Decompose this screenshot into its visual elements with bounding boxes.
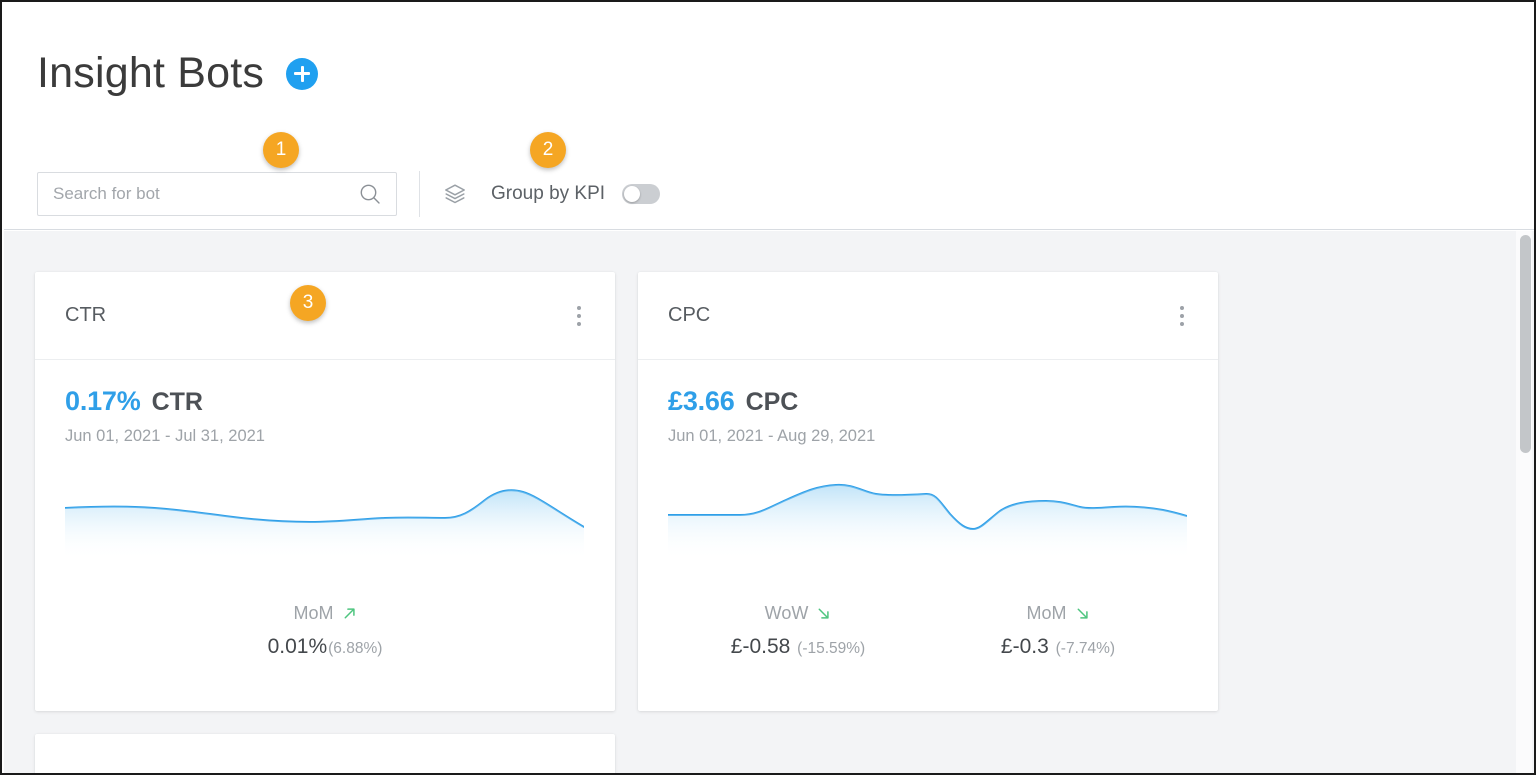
metric-name: CPC — [746, 388, 799, 417]
delta-value-row: £-0.58 (-15.59%) — [668, 635, 928, 659]
bot-cards-scroll-area[interactable]: CTR 0.17% CTR Jun 01, 2021 - Jul 31, 202… — [4, 231, 1536, 775]
card-title: CPC — [668, 304, 710, 327]
controls-divider — [419, 171, 420, 217]
callout-badge-2: 2 — [530, 132, 566, 168]
delta-label-row: WoW — [668, 603, 928, 624]
metric-date-range: Jun 01, 2021 - Aug 29, 2021 — [668, 427, 1188, 446]
bot-cards-grid: CTR 0.17% CTR Jun 01, 2021 - Jul 31, 202… — [35, 272, 1485, 775]
page-header: Insight Bots Group by KPI — [4, 4, 1536, 230]
metric-date-range: Jun 01, 2021 - Jul 31, 2021 — [65, 427, 585, 446]
card-title: CTR — [65, 304, 106, 327]
delta-value: £-0.3 — [1001, 635, 1049, 658]
delta-value-row: £-0.3 (-7.74%) — [928, 635, 1188, 659]
title-row: Insight Bots — [37, 52, 318, 95]
card-body: 0.17% CTR Jun 01, 2021 - Jul 31, 2021 — [35, 360, 615, 659]
delta-value: £-0.58 — [731, 635, 791, 658]
search-box[interactable] — [37, 172, 397, 216]
vertical-scrollbar-thumb[interactable] — [1520, 235, 1531, 453]
delta-row: MoM 0.01%(6.88%) — [65, 603, 585, 659]
sparkline-svg — [668, 472, 1187, 560]
delta-value-row: 0.01%(6.88%) — [65, 635, 585, 659]
kebab-menu-icon[interactable] — [1170, 302, 1194, 330]
arrow-down-right-icon — [1075, 606, 1090, 621]
delta-label-row: MoM — [65, 603, 585, 624]
controls-row: Group by KPI — [37, 171, 660, 217]
metric-line: 0.17% CTR — [65, 386, 585, 417]
delta-percent: (6.88%) — [328, 640, 382, 657]
delta-percent: (-15.59%) — [797, 640, 865, 657]
delta-value: 0.01% — [268, 635, 328, 658]
delta-row: WoW £-0.58 (-15.59%) — [668, 603, 1188, 659]
delta-percent: (-7.74%) — [1056, 640, 1115, 657]
arrow-up-right-icon — [342, 606, 357, 621]
card-header: CPC — [638, 272, 1218, 360]
app-window: Insight Bots Group by KPI — [0, 0, 1536, 775]
bot-card-cpc[interactable]: CPC £3.66 CPC Jun 01, 2021 - Aug 29, 202… — [638, 272, 1218, 711]
group-by-kpi-toggle[interactable] — [622, 184, 660, 204]
group-by-kpi-control[interactable]: Group by KPI — [443, 182, 660, 206]
card-body: £3.66 CPC Jun 01, 2021 - Aug 29, 2021 — [638, 360, 1218, 659]
sparkline-chart-cpc — [668, 472, 1187, 560]
delta-label: WoW — [765, 603, 809, 624]
search-input[interactable] — [38, 173, 396, 215]
metric-line: £3.66 CPC — [668, 386, 1188, 417]
card-header: CTR — [35, 272, 615, 360]
toggle-knob — [624, 186, 640, 202]
add-bot-button[interactable] — [286, 58, 318, 90]
bot-card-next[interactable] — [35, 734, 615, 775]
metric-name: CTR — [152, 388, 203, 417]
sparkline-chart-ctr — [65, 472, 584, 560]
delta-label: MoM — [1027, 603, 1067, 624]
arrow-down-right-icon — [816, 606, 831, 621]
kebab-menu-icon[interactable] — [567, 302, 591, 330]
delta-label-row: MoM — [928, 603, 1188, 624]
callout-badge-1: 1 — [263, 132, 299, 168]
layers-icon — [443, 182, 467, 206]
delta-mom: MoM 0.01%(6.88%) — [65, 603, 585, 659]
group-by-kpi-label: Group by KPI — [491, 183, 605, 205]
page-title: Insight Bots — [37, 52, 264, 95]
bot-card-ctr[interactable]: CTR 0.17% CTR Jun 01, 2021 - Jul 31, 202… — [35, 272, 615, 711]
metric-value: 0.17% — [65, 386, 141, 417]
sparkline-svg — [65, 472, 584, 560]
callout-badge-3: 3 — [290, 285, 326, 321]
delta-label: MoM — [294, 603, 334, 624]
delta-mom: MoM £-0.3 (-7.74%) — [928, 603, 1188, 659]
metric-value: £3.66 — [668, 386, 735, 417]
delta-wow: WoW £-0.58 (-15.59%) — [668, 603, 928, 659]
